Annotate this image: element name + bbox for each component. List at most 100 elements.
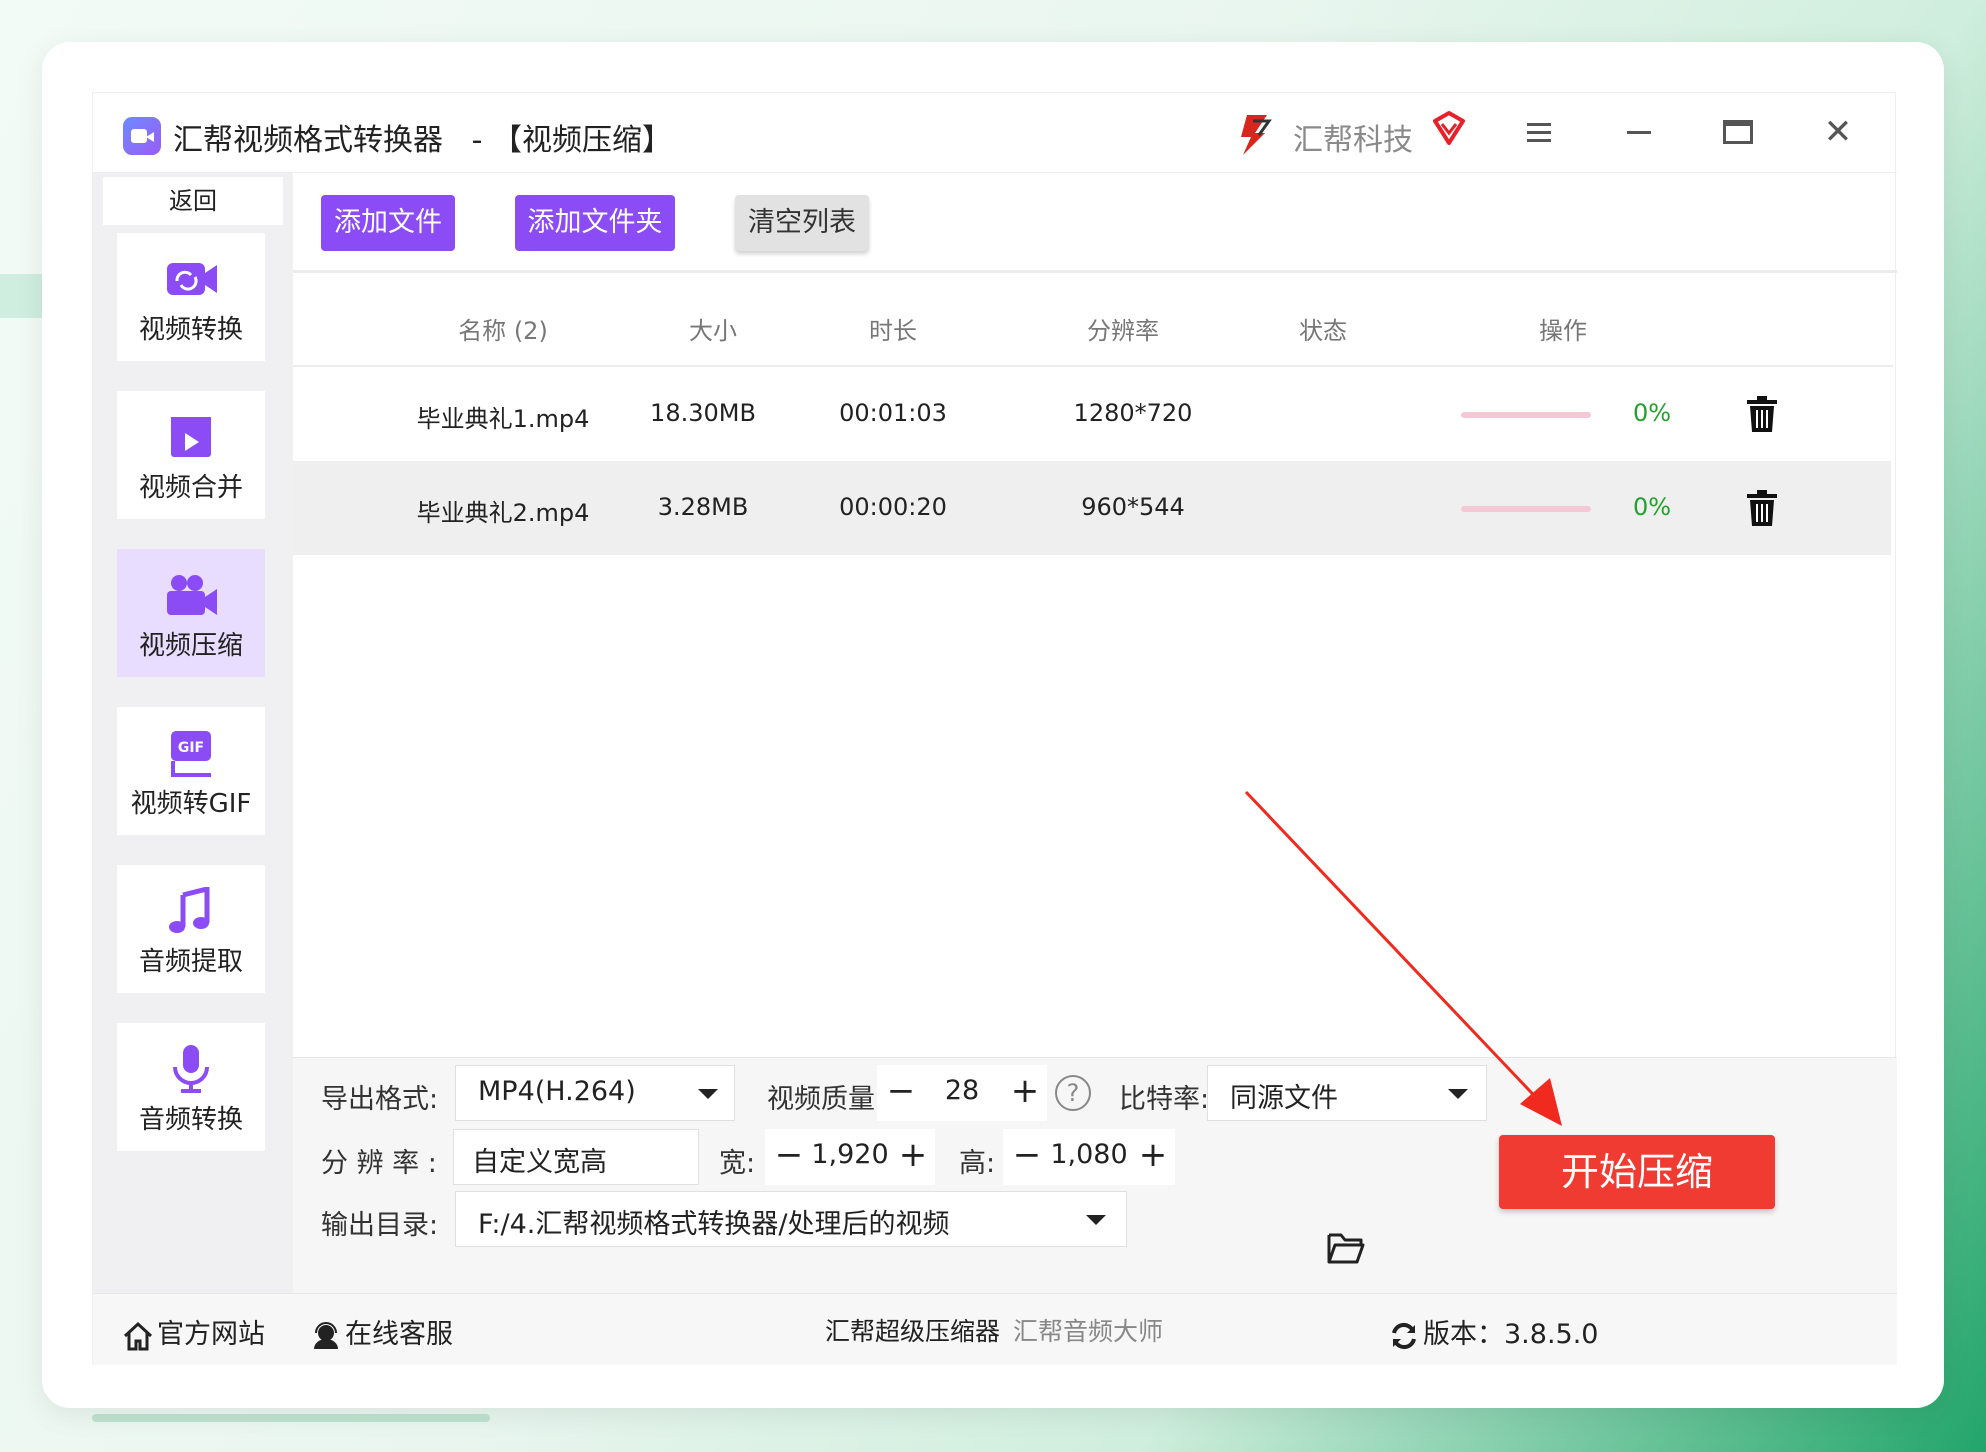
file-resolution: 960*544 xyxy=(1081,493,1185,521)
sidebar-item-label: 音频转换 xyxy=(138,1105,243,1135)
music-note-icon xyxy=(169,887,210,933)
official-website-link[interactable]: 官方网站 xyxy=(123,1312,265,1351)
sidebar-item-video-convert[interactable]: 视频转换 xyxy=(117,233,265,361)
format-select[interactable]: MP4(H.264) xyxy=(455,1065,735,1121)
chevron-down-icon[interactable] xyxy=(1086,1215,1106,1225)
title-bar: 汇帮视频格式转换器 - 【视频压缩】 汇帮科技 ✕ xyxy=(93,93,1897,173)
output-dir-select[interactable]: F:/4.汇帮视频格式转换器/处理后的视频 xyxy=(455,1191,1127,1247)
height-increase-button[interactable]: + xyxy=(1133,1135,1173,1175)
chevron-down-icon[interactable] xyxy=(1448,1089,1468,1099)
app-window: 汇帮视频格式转换器 - 【视频压缩】 汇帮科技 ✕ 返回 视频转换 视频合并 视… xyxy=(92,92,1897,1365)
minimize-button[interactable] xyxy=(1617,109,1663,155)
progress-bar xyxy=(1461,412,1591,418)
file-resolution: 1280*720 xyxy=(1073,399,1193,427)
file-table-header: 名称 (2) 大小 时长 分辨率 状态 操作 xyxy=(293,283,1893,367)
bitrate-label: 比特率: xyxy=(1119,1084,1210,1115)
sidebar-item-audio-extract[interactable]: 音频提取 xyxy=(117,865,265,993)
vip-diamond-icon[interactable] xyxy=(1429,109,1469,149)
version-info[interactable]: 版本：3.8.5.0 xyxy=(1389,1312,1598,1351)
progress-bar xyxy=(1461,506,1591,512)
app-logo-icon xyxy=(123,117,161,155)
sidebar-item-label: 音频提取 xyxy=(138,947,243,977)
sidebar-item-video-compress[interactable]: 视频压缩 xyxy=(117,549,265,677)
help-icon[interactable]: ? xyxy=(1055,1075,1091,1111)
quality-label: 视频质量: xyxy=(767,1084,885,1115)
resolution-label: 分 辨 率 : xyxy=(321,1148,437,1179)
folder-open-icon[interactable] xyxy=(1327,1231,1365,1265)
status-bar: 官方网站 在线客服 汇帮超级压缩器 汇帮音频大师 版本：3.8.5.0 xyxy=(93,1293,1897,1365)
bitrate-value: 同源文件 xyxy=(1230,1083,1338,1114)
height-stepper[interactable]: − 1,080 + xyxy=(1003,1129,1175,1185)
chevron-down-icon[interactable] xyxy=(698,1089,718,1099)
sidebar-item-label: 视频转GIF xyxy=(130,789,252,819)
resolution-select[interactable]: 自定义宽高 xyxy=(453,1129,699,1185)
column-header-duration: 时长 xyxy=(869,317,917,345)
quality-stepper[interactable]: − 28 + xyxy=(877,1065,1047,1121)
add-folder-button[interactable]: 添加文件夹 xyxy=(515,195,675,251)
back-button[interactable]: 返回 xyxy=(103,177,283,225)
file-size: 3.28MB xyxy=(657,493,749,521)
progress-percent: 0% xyxy=(1633,493,1672,521)
column-header-resolution: 分辨率 xyxy=(1087,317,1159,345)
refresh-icon xyxy=(1392,1322,1416,1349)
format-label: 导出格式: xyxy=(321,1084,439,1115)
home-icon xyxy=(123,1321,153,1350)
bitrate-select[interactable]: 同源文件 xyxy=(1207,1065,1487,1121)
sidebar: 返回 视频转换 视频合并 视频压缩 GIF 视频转GIF 音频提取 音频转换 xyxy=(93,173,293,1293)
output-dir-label: 输出目录: xyxy=(321,1210,439,1241)
gif-icon: GIF xyxy=(171,731,211,777)
sidebar-item-video-gif[interactable]: GIF 视频转GIF xyxy=(117,707,265,835)
microphone-icon xyxy=(173,1045,209,1093)
sidebar-item-label: 视频转换 xyxy=(138,315,243,345)
column-header-name: 名称 (2) xyxy=(458,317,548,345)
version-label: 版本：3.8.5.0 xyxy=(1423,1319,1599,1350)
file-duration: 00:01:03 xyxy=(839,399,947,427)
delete-icon[interactable] xyxy=(1745,489,1779,527)
file-duration: 00:00:20 xyxy=(839,493,947,521)
column-header-size: 大小 xyxy=(689,317,737,345)
online-support-label: 在线客服 xyxy=(345,1319,453,1350)
window-title: 汇帮视频格式转换器 - 【视频压缩】 xyxy=(173,115,672,159)
height-label: 高: xyxy=(959,1148,996,1179)
brand-logo-icon xyxy=(1241,115,1272,155)
app-title-text: 汇帮视频格式转换器 xyxy=(173,123,443,158)
video-convert-icon xyxy=(167,263,217,295)
video-merge-icon xyxy=(171,417,211,457)
menu-button[interactable] xyxy=(1517,109,1563,155)
clear-list-button[interactable]: 清空列表 xyxy=(735,195,869,251)
sidebar-item-label: 视频压缩 xyxy=(138,631,243,661)
official-website-label: 官方网站 xyxy=(157,1319,265,1350)
column-header-actions: 操作 xyxy=(1539,317,1587,345)
table-row[interactable]: 毕业典礼1.mp4 18.30MB 00:01:03 1280*720 0% xyxy=(293,367,1891,461)
super-compressor-link[interactable]: 汇帮超级压缩器 xyxy=(825,1312,1000,1348)
background-scrollbar xyxy=(92,1414,490,1422)
maximize-button[interactable] xyxy=(1715,109,1761,155)
quality-increase-button[interactable]: + xyxy=(1005,1071,1045,1111)
add-file-button[interactable]: 添加文件 xyxy=(321,195,455,251)
file-name: 毕业典礼1.mp4 xyxy=(416,405,590,433)
sidebar-item-video-merge[interactable]: 视频合并 xyxy=(117,391,265,519)
format-value: MP4(H.264) xyxy=(478,1076,636,1107)
table-row[interactable]: 毕业典礼2.mp4 3.28MB 00:00:20 960*544 0% xyxy=(293,461,1891,555)
sidebar-item-audio-convert[interactable]: 音频转换 xyxy=(117,1023,265,1151)
output-dir-value: F:/4.汇帮视频格式转换器/处理后的视频 xyxy=(478,1209,950,1240)
sidebar-item-label: 视频合并 xyxy=(138,473,243,503)
background-stripe xyxy=(0,274,45,318)
progress-percent: 0% xyxy=(1633,399,1672,427)
online-support-link[interactable]: 在线客服 xyxy=(311,1312,453,1351)
file-size: 18.30MB xyxy=(650,399,756,427)
close-button[interactable]: ✕ xyxy=(1815,109,1861,155)
width-stepper[interactable]: − 1,920 + xyxy=(765,1129,935,1185)
file-name: 毕业典礼2.mp4 xyxy=(416,499,590,527)
svg-text:GIF: GIF xyxy=(178,740,204,756)
audio-master-link[interactable]: 汇帮音频大师 xyxy=(1013,1312,1163,1348)
delete-icon[interactable] xyxy=(1745,395,1779,433)
customer-service-icon xyxy=(314,1321,338,1349)
video-compress-icon xyxy=(167,575,217,615)
resolution-value: 自定义宽高 xyxy=(472,1147,607,1178)
brand-name: 汇帮科技 xyxy=(1293,123,1413,158)
title-separator: - xyxy=(471,123,483,158)
width-increase-button[interactable]: + xyxy=(893,1135,933,1175)
start-compress-button[interactable]: 开始压缩 xyxy=(1499,1135,1775,1209)
page-title-text: 【视频压缩】 xyxy=(491,123,672,158)
